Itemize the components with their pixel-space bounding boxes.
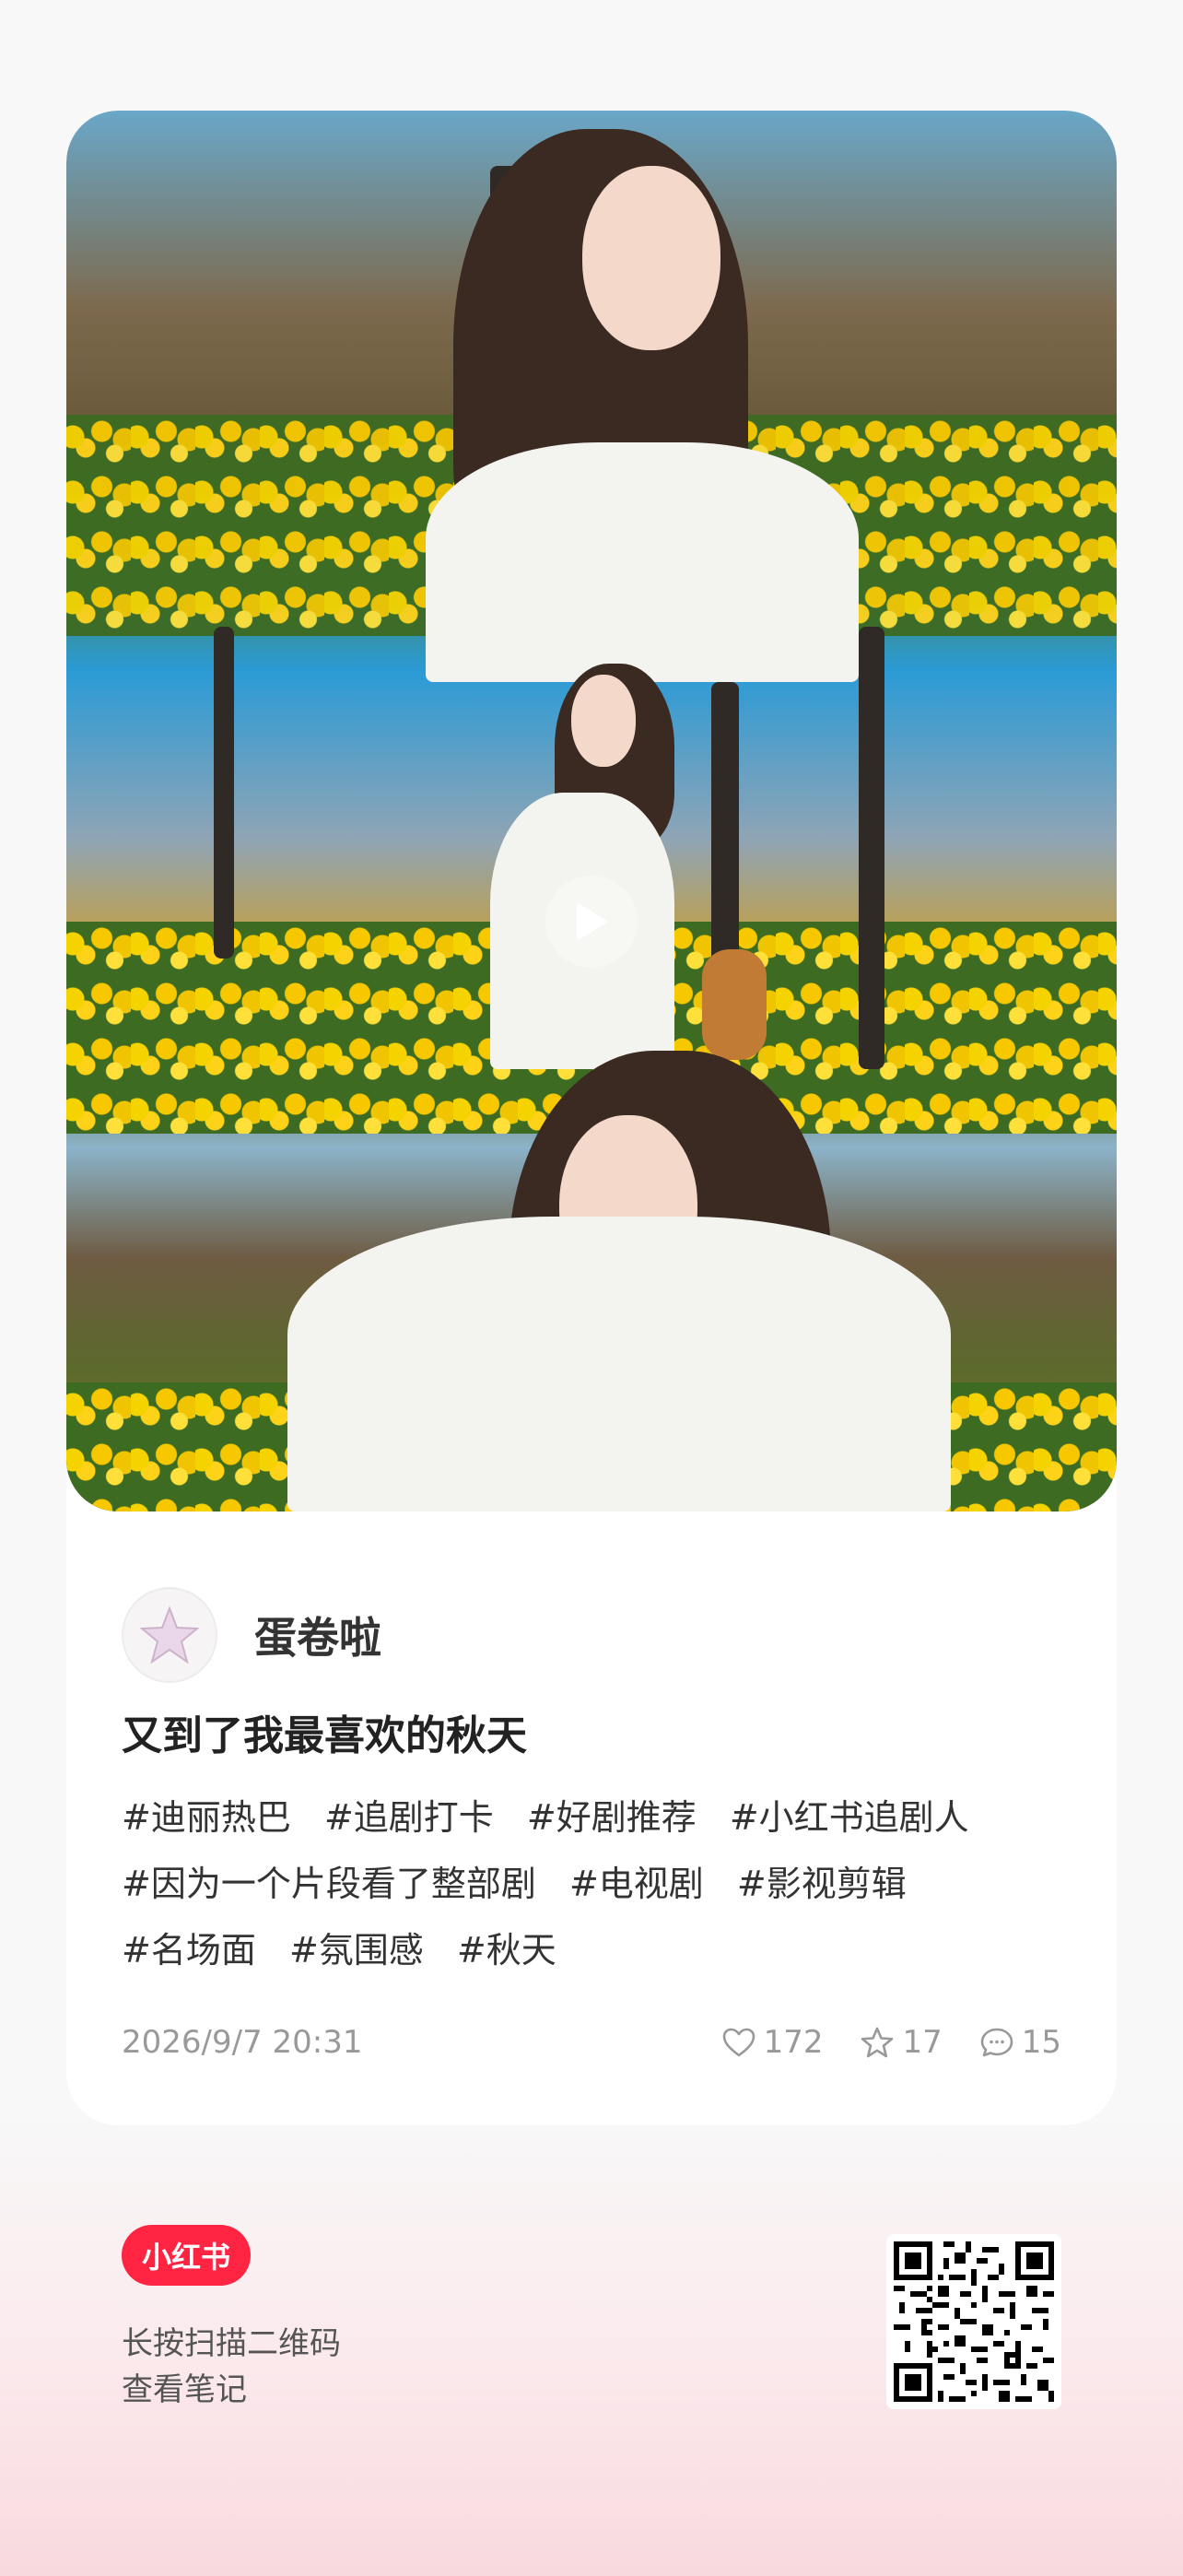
scan-hint-line1: 长按扫描二维码 — [122, 2325, 341, 2362]
tag[interactable]: #电视剧 — [569, 1864, 704, 1904]
scan-hint: 长按扫描二维码 查看笔记 — [122, 2321, 341, 2413]
collect-button[interactable]: 17 — [860, 2024, 943, 2061]
tag[interactable]: #影视剪辑 — [737, 1864, 907, 1904]
avatar[interactable] — [122, 1587, 217, 1683]
heart-icon — [722, 2028, 755, 2057]
tag[interactable]: #因为一个片段看了整部剧 — [122, 1864, 536, 1904]
collect-count: 17 — [902, 2024, 943, 2061]
qr-code[interactable] — [886, 2234, 1061, 2409]
star-icon — [861, 2027, 894, 2058]
xiaohongshu-logo: 小红书 — [122, 2225, 251, 2286]
note-card[interactable]: 蛋卷啦 又到了我最喜欢的秋天 #迪丽热巴 #追剧打卡 #好剧推荐 #小红书追剧人… — [66, 111, 1117, 2125]
tag[interactable]: #迪丽热巴 — [122, 1797, 291, 1838]
video-cover[interactable] — [66, 111, 1117, 1511]
tag[interactable]: #名场面 — [122, 1930, 256, 1970]
scan-hint-line2: 查看笔记 — [122, 2371, 247, 2408]
star-avatar-icon — [139, 1606, 200, 1664]
tag[interactable]: #好剧推荐 — [527, 1797, 697, 1838]
comment-count: 15 — [1021, 2024, 1061, 2061]
tag[interactable]: #秋天 — [457, 1930, 556, 1970]
comment-icon — [980, 2028, 1013, 2057]
like-count: 172 — [763, 2024, 824, 2061]
author-row[interactable]: 蛋卷啦 — [122, 1585, 381, 1685]
tag-list: #迪丽热巴 #追剧打卡 #好剧推荐 #小红书追剧人 #因为一个片段看了整部剧 #… — [122, 1784, 1071, 1983]
note-meta: 2026/9/7 20:31 172 17 15 — [122, 2015, 1061, 2070]
tag[interactable]: #追剧打卡 — [324, 1797, 494, 1838]
author-name[interactable]: 蛋卷啦 — [254, 1605, 381, 1665]
qr-code-icon — [894, 2241, 1054, 2402]
like-button[interactable]: 172 — [721, 2024, 824, 2061]
cover-image — [66, 111, 1117, 1511]
play-button[interactable] — [545, 876, 638, 968]
comment-button[interactable]: 15 — [979, 2024, 1061, 2061]
note-title: 又到了我最喜欢的秋天 — [122, 1712, 527, 1759]
play-icon — [577, 902, 608, 941]
tag[interactable]: #小红书追剧人 — [730, 1797, 969, 1838]
engagement-stats: 172 17 15 — [685, 2024, 1061, 2061]
tag[interactable]: #氛围感 — [289, 1930, 424, 1970]
post-date: 2026/9/7 20:31 — [122, 2024, 363, 2061]
